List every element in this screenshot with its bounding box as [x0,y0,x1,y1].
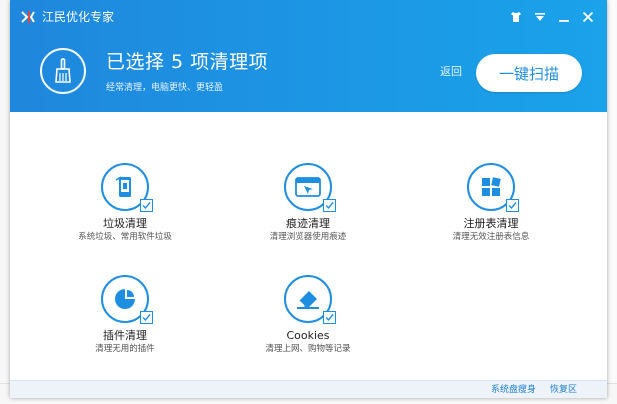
item-description: 清理无用的插件 [95,344,155,354]
item-description: 系统垃圾、常用软件垃圾 [78,232,172,242]
minimize-button[interactable] [555,8,573,26]
checkbox-checked-icon[interactable] [140,199,153,212]
window-controls [507,7,597,27]
footer-bar: 系统盘瘦身 恢复区 [10,380,607,398]
checkbox-checked-icon[interactable] [323,311,336,324]
registry-icon [467,163,519,212]
item-description: 清理浏览器使用痕迹 [269,232,347,242]
item-description: 清理上网、购物等记录 [265,344,351,354]
clean-item-junk[interactable]: 垃圾清理 系统垃圾、常用软件垃圾 [45,163,205,243]
page-title: 已选择 5 项清理项 [106,51,269,73]
item-description: 清理无效注册表信息 [452,232,530,242]
title-bar: 江民优化专家 [10,0,607,34]
app-logo-icon [21,11,35,23]
browser-trace-icon [284,163,336,212]
skin-button[interactable] [507,8,525,26]
item-label: 插件清理 [103,329,147,342]
page-subtitle: 经常清理，电脑更快、更轻盈 [106,83,224,93]
clean-item-cookies[interactable]: Cookies 清理上网、购物等记录 [228,275,388,355]
plugin-icon [101,275,153,324]
one-click-scan-button[interactable]: 一键扫描 [476,54,582,92]
dropdown-menu-icon [535,13,545,21]
checkbox-checked-icon[interactable] [506,199,519,212]
back-link[interactable]: 返回 [440,65,462,79]
clean-item-traces[interactable]: 痕迹清理 清理浏览器使用痕迹 [228,163,388,243]
close-button[interactable] [579,8,597,26]
header-banner: 江民优化专家 已选择 5 项清理项 经常清理，电脑更快、更轻盈 返回 一键扫描 [10,0,607,112]
checkbox-checked-icon[interactable] [140,311,153,324]
menu-button[interactable] [531,8,549,26]
app-title: 江民优化专家 [42,10,115,24]
app-window: 江民优化专家 已选择 5 项清理项 经常清理，电脑更快、更轻盈 返回 一键扫描 … [10,0,607,398]
system-disk-slim-link[interactable]: 系统盘瘦身 [491,384,536,396]
restore-zone-link[interactable]: 恢复区 [550,384,577,396]
minimize-icon [559,20,569,22]
clean-item-registry[interactable]: 注册表清理 清理无效注册表信息 [411,163,571,243]
item-label: 痕迹清理 [286,217,330,230]
eraser-icon [284,275,336,324]
checkbox-checked-icon[interactable] [323,199,336,212]
broom-icon [40,48,86,94]
trash-phone-icon [101,163,153,212]
clean-item-plugins[interactable]: 插件清理 清理无用的插件 [45,275,205,355]
shirt-icon [511,12,521,22]
desktop-left-edge [0,0,10,404]
close-icon [582,11,594,23]
item-label: 垃圾清理 [103,217,147,230]
item-label: 注册表清理 [463,217,519,230]
item-label: Cookies [286,329,330,342]
